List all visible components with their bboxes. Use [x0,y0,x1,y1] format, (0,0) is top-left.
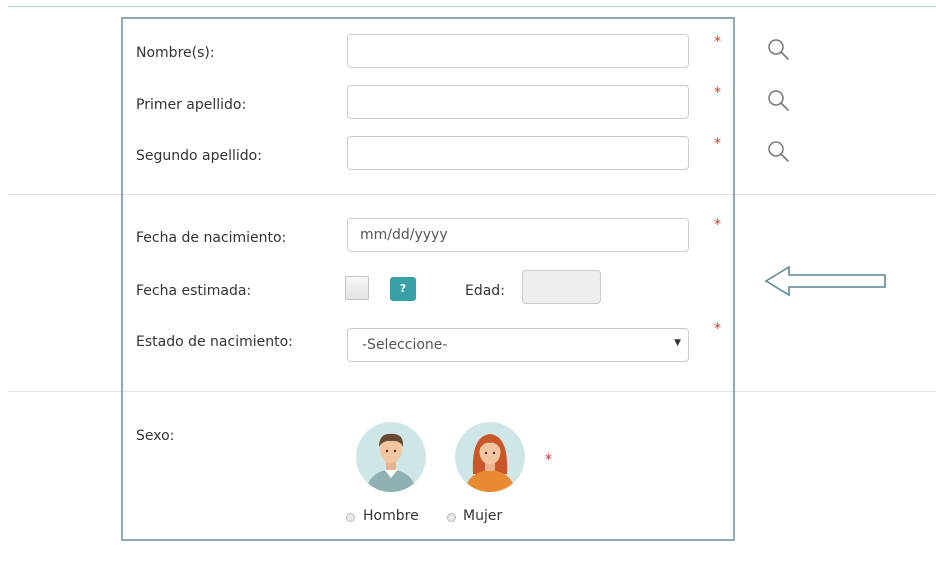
top-divider [8,6,936,7]
required-marker: * [545,452,552,468]
male-radio[interactable] [346,513,355,522]
caret-down-icon: ▼ [674,338,681,348]
search-icon[interactable] [766,37,792,63]
first-surname-label: Primer apellido: [136,97,247,113]
name-label: Nombre(s): [136,45,215,61]
sex-label: Sexo: [136,428,175,444]
female-avatar-icon[interactable] [455,422,525,492]
first-surname-input[interactable] [347,85,689,119]
name-input[interactable] [347,34,689,68]
birth-state-select[interactable]: -Seleccione- ▼ [347,328,689,362]
required-marker: * [714,217,721,233]
left-arrow-icon [764,265,886,297]
estimated-date-checkbox[interactable] [345,276,369,300]
birth-state-selected: -Seleccione- [362,337,448,353]
required-marker: * [714,321,721,337]
female-radio[interactable] [447,513,456,522]
search-icon[interactable] [766,139,792,165]
male-radio-label: Hombre [363,508,419,524]
birth-date-input[interactable] [347,218,689,252]
age-field [522,270,601,304]
female-radio-label: Mujer [463,508,503,524]
estimated-date-label: Fecha estimada: [136,283,252,299]
second-surname-label: Segundo apellido: [136,148,262,164]
male-avatar-icon[interactable] [356,422,426,492]
required-marker: * [714,85,721,101]
help-button[interactable]: ? [390,277,416,301]
required-marker: * [714,34,721,50]
search-icon[interactable] [766,88,792,114]
birth-date-label: Fecha de nacimiento: [136,230,287,246]
second-surname-input[interactable] [347,136,689,170]
age-label: Edad: [465,283,505,299]
required-marker: * [714,136,721,152]
birth-state-label: Estado de nacimiento: [136,334,293,350]
